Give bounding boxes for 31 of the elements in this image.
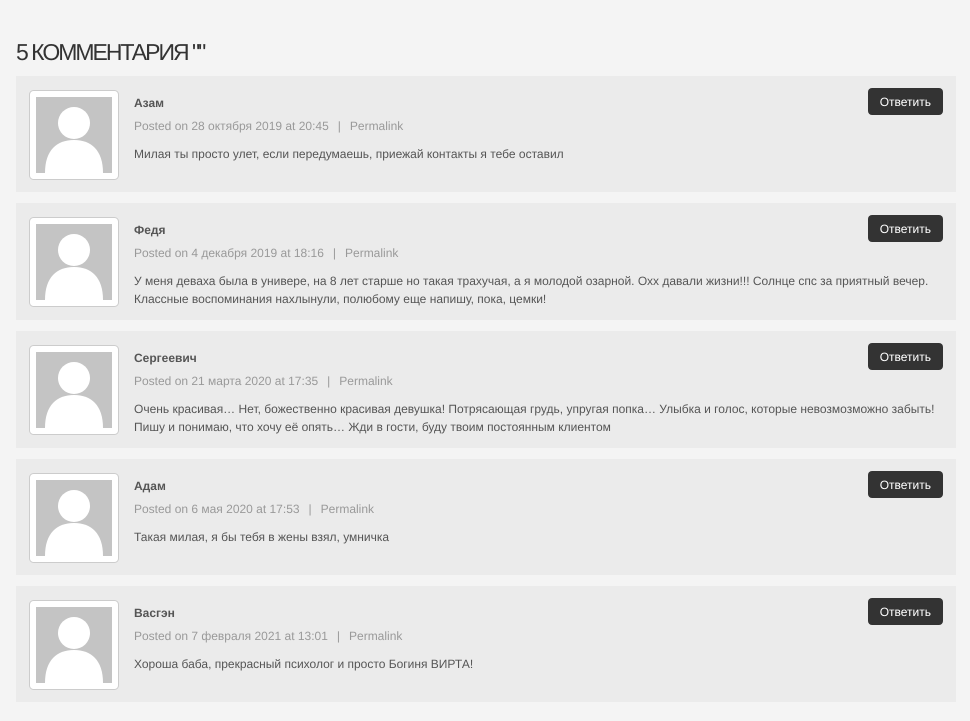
- reply-button[interactable]: Ответить: [868, 343, 943, 370]
- comments-heading: 5 КОММЕНТАРИЯ "": [16, 38, 206, 66]
- comment-author: Васгэн: [134, 606, 175, 620]
- meta-separator: |: [332, 246, 336, 260]
- avatar-icon: [29, 345, 119, 435]
- comment-text: Хороша баба, прекрасный психолог и просто Богиня ВИРТА!: [134, 656, 474, 673]
- comment-text: Очень красивая… Нет, божественно красивая девушка! Потрясающая грудь, упругая попка… Улыбка и голос, которые невозмозможно забыть! Пишу и понимаю, что хочу её опять… Жди в гости, буду твоим постоянным клиентом: [134, 401, 936, 436]
- reply-button[interactable]: Ответить: [868, 598, 943, 625]
- avatar-icon: [29, 90, 119, 180]
- meta-separator: |: [336, 629, 340, 643]
- meta-separator: |: [338, 119, 341, 133]
- avatar-icon: [29, 600, 119, 690]
- comment-text: Такая милая, я бы тебя в жены взял, умничка: [134, 529, 390, 546]
- meta-separator: |: [308, 502, 312, 516]
- comment-text: У меня деваха была в универе, на 8 лет старше но такая трахучая, а я молодой озарной. Охх давали жизни!!! Солнце спс за приятный вечер. Классные воспоминания нахлынули, полюбому еще напишу, пока, цемки!: [134, 273, 930, 308]
- comment-date: Posted on 6 мая 2020 at 17:53: [134, 502, 300, 516]
- comment-date: Posted on 21 марта 2020 at 17:35: [134, 374, 318, 388]
- reply-button[interactable]: Ответить: [868, 88, 943, 115]
- comment-author: Азам: [134, 96, 164, 110]
- comment-date: Posted on 28 октября 2019 at 20:45: [134, 119, 329, 133]
- comment-text: Милая ты просто улет, если передумаешь, приежай контакты я тебе оставил: [134, 146, 565, 163]
- comment-author: Адам: [134, 479, 166, 493]
- meta-separator: |: [327, 374, 330, 388]
- comment-author: Федя: [134, 223, 166, 237]
- avatar-icon: [29, 473, 119, 563]
- reply-button[interactable]: Ответить: [868, 471, 943, 498]
- comment-date: Posted on 4 декабря 2019 at 18:16: [134, 246, 324, 260]
- comment-author: Сергеевич: [134, 351, 197, 365]
- comment-date: Posted on 7 февраля 2021 at 13:01: [134, 629, 328, 643]
- reply-button[interactable]: Ответить: [868, 215, 943, 242]
- avatar-icon: [29, 217, 119, 307]
